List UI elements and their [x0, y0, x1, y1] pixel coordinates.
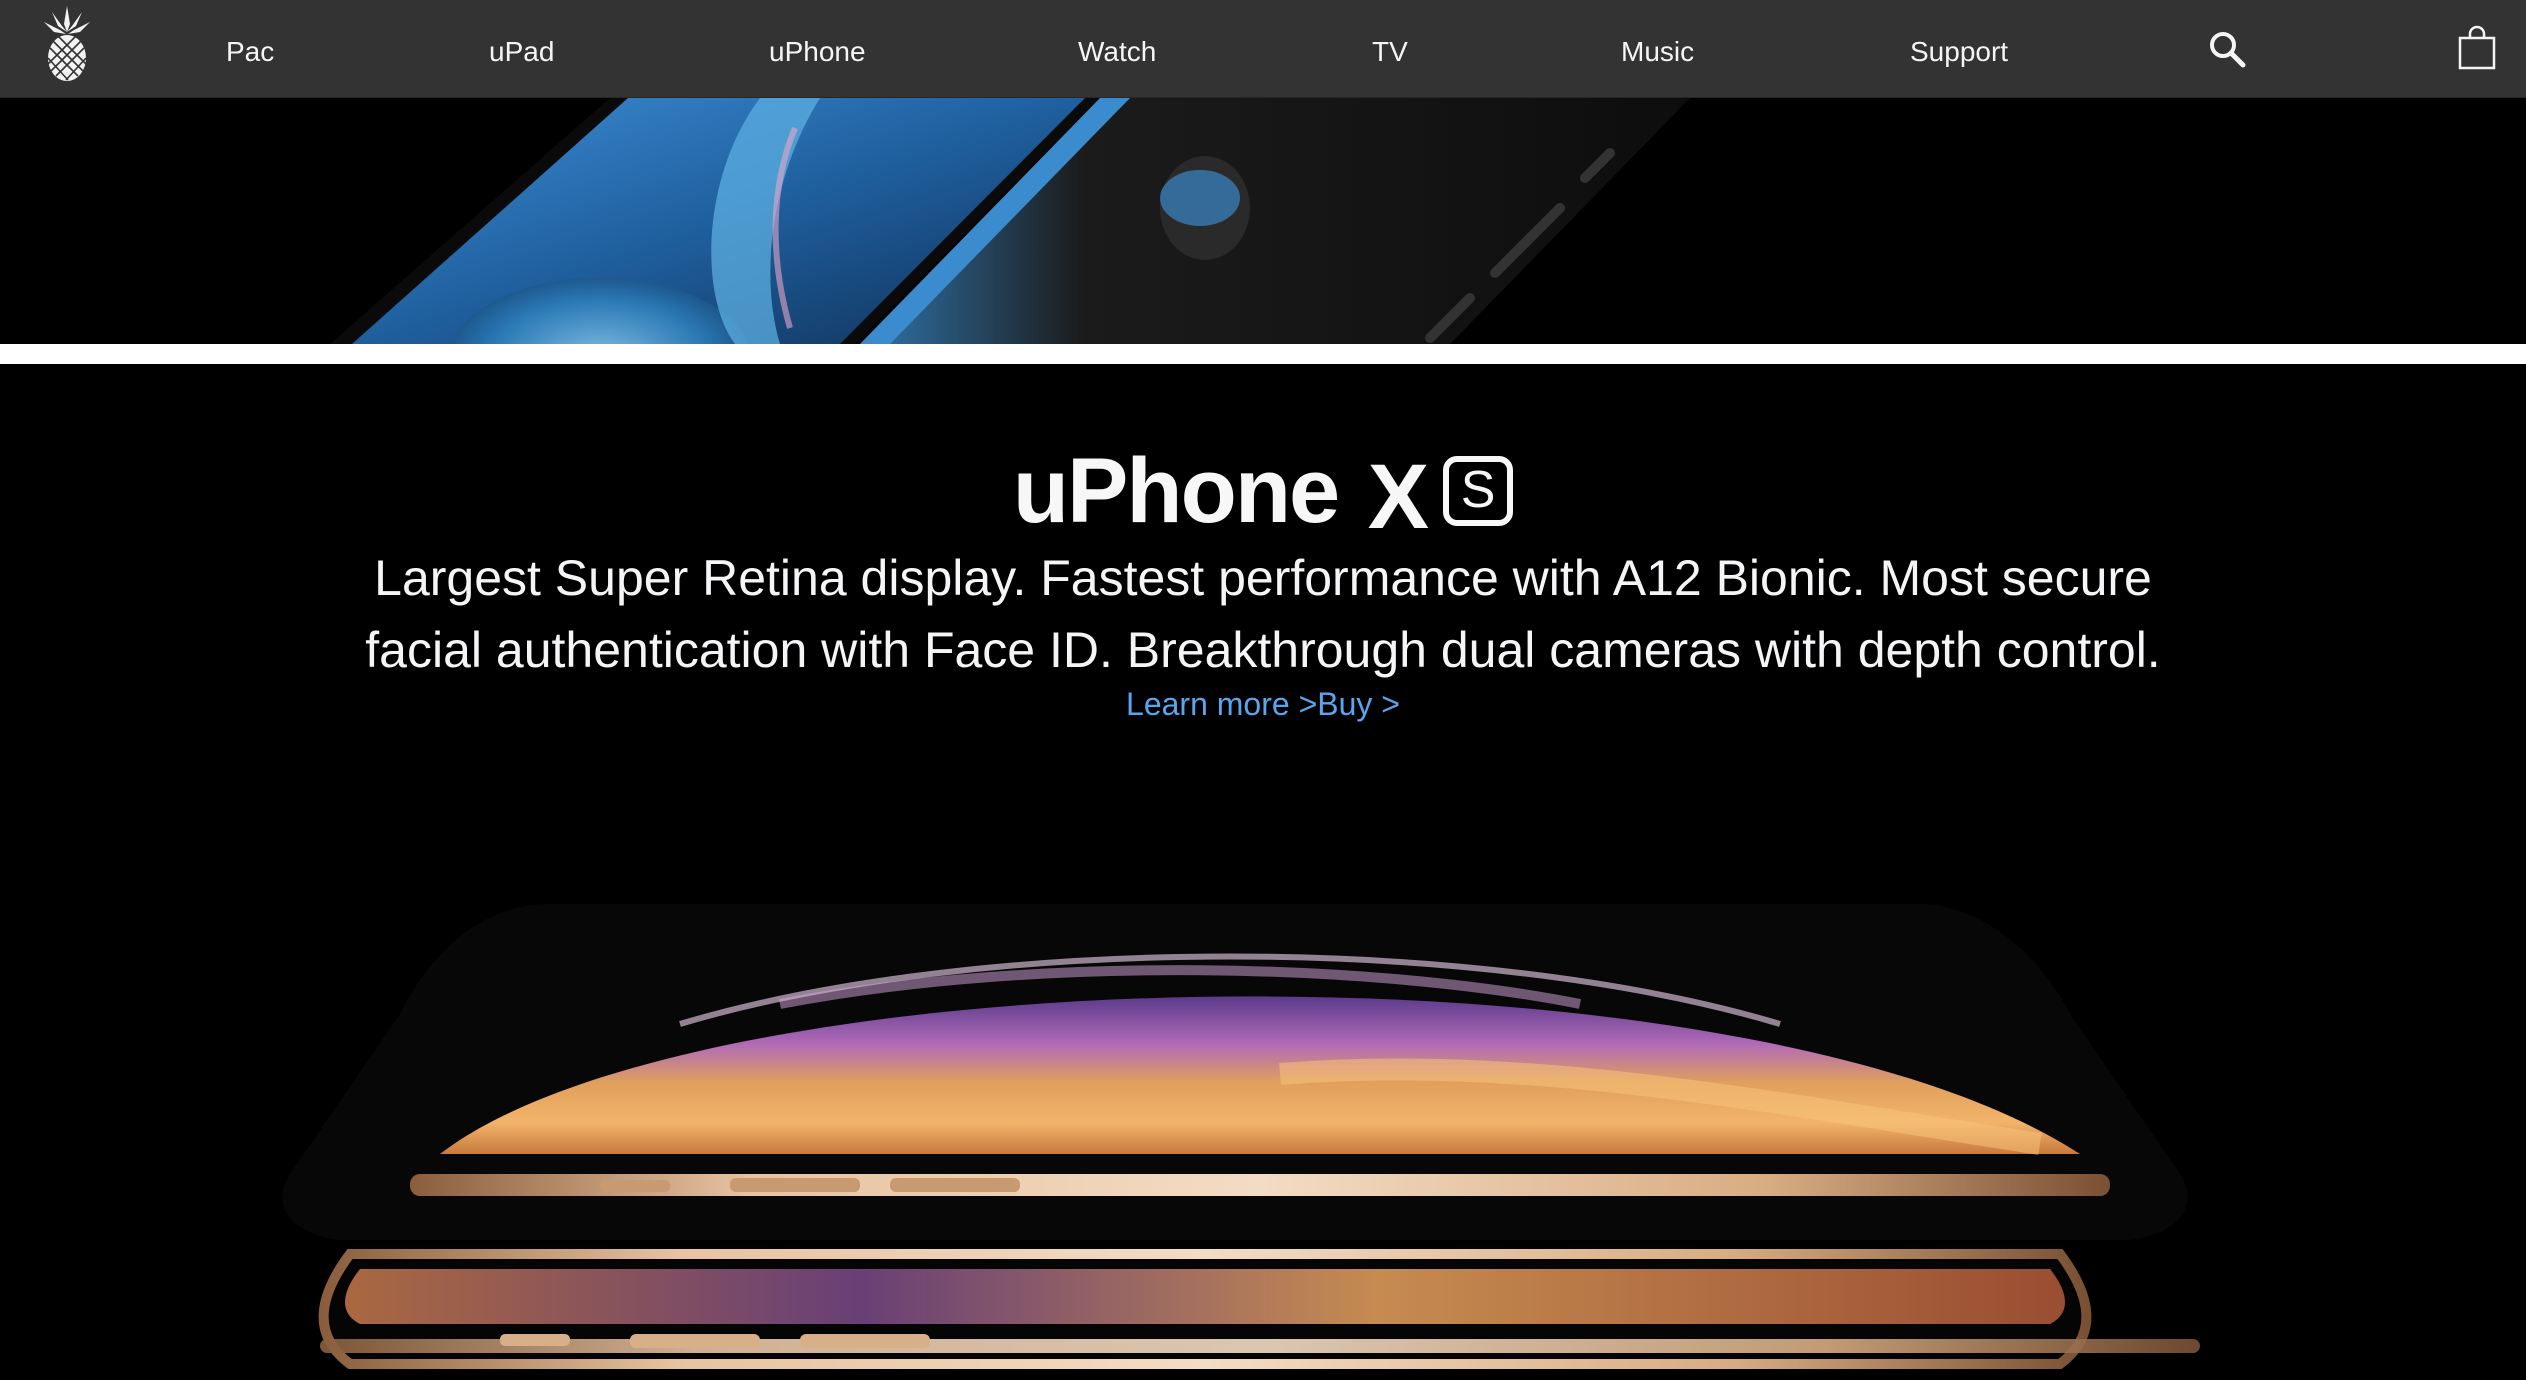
nav-item-tv[interactable]: TV [1372, 0, 1408, 98]
xs-hero: uPhone XS Largest Super Retina display. … [0, 364, 2526, 1380]
hero-title-badge: S [1443, 455, 1514, 526]
nav-item-pac[interactable]: Pac [226, 0, 274, 98]
hero-title-main: uPhone [1012, 440, 1340, 542]
nav-item-upad[interactable]: uPad [489, 0, 554, 98]
buy-link[interactable]: Buy > [1317, 686, 1400, 722]
nav-item-music[interactable]: Music [1621, 0, 1694, 98]
nav-item-uphone[interactable]: uPhone [769, 0, 866, 98]
hero-links: Learn more >Buy > [0, 686, 2526, 723]
global-nav: Pac uPad uPhone Watch TV Music Support [0, 0, 2526, 98]
xr-promo-banner[interactable] [0, 98, 2526, 344]
shopping-bag-icon[interactable] [2458, 24, 2496, 70]
hero-description: Largest Super Retina display. Fastest pe… [365, 550, 2161, 678]
pineapple-logo-icon[interactable] [38, 4, 96, 82]
section-divider [0, 344, 2526, 364]
learn-more-link[interactable]: Learn more > [1126, 686, 1317, 722]
nav-item-watch[interactable]: Watch [1078, 0, 1156, 98]
search-icon[interactable] [2208, 30, 2248, 70]
hero-title: uPhone XS [0, 439, 2526, 550]
hero-product-image [280, 874, 2240, 1380]
hero-title-suffix: X [1367, 446, 1429, 549]
nav-item-support[interactable]: Support [1910, 0, 2008, 98]
